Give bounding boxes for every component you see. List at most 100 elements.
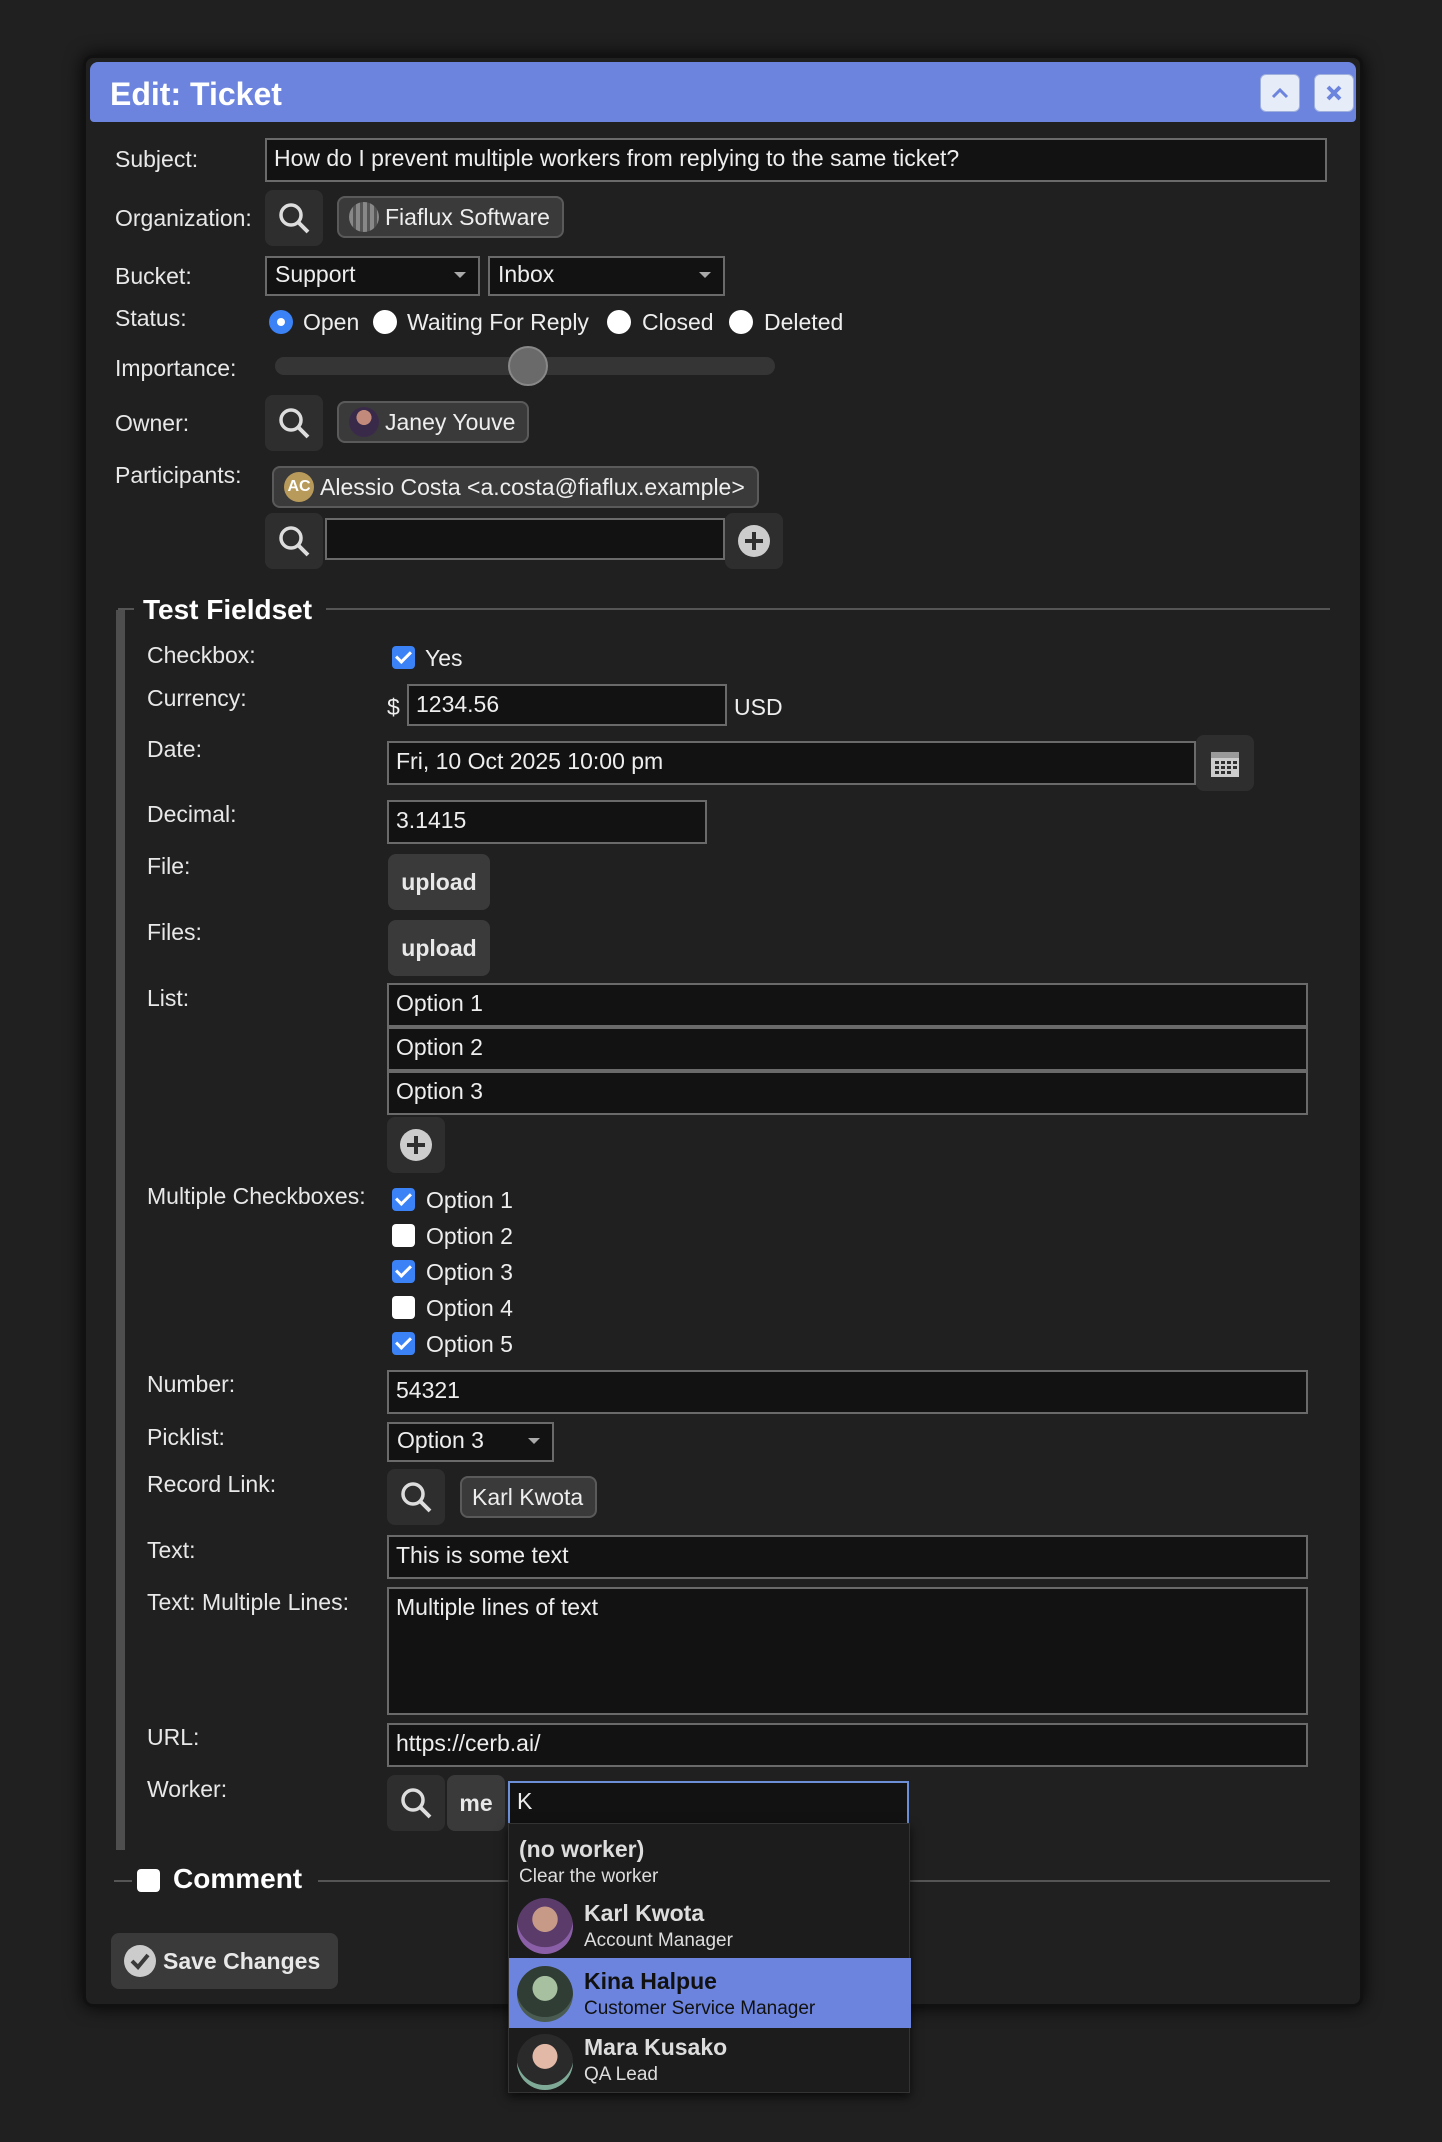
comment-legend: Comment (173, 1863, 303, 1894)
status-open-radio[interactable] (269, 310, 293, 334)
autocomplete-item-name: Mara Kusako (584, 2034, 728, 2060)
date-picker-button[interactable] (1196, 735, 1254, 791)
list-item-input[interactable]: Option 3 (387, 1071, 1308, 1115)
multi-option-label: Option 5 (426, 1331, 513, 1357)
autocomplete-item-subtitle: Account Manager (584, 1930, 733, 1951)
file-upload-button[interactable]: upload (388, 854, 490, 910)
multi-option-label: Option 4 (426, 1295, 513, 1321)
decimal-input[interactable]: 3.1415 (387, 800, 707, 844)
list-item-input[interactable]: Option 2 (387, 1027, 1308, 1071)
url-input[interactable]: https://cerb.ai/ (387, 1723, 1308, 1767)
autocomplete-item-name: (no worker) (519, 1836, 645, 1862)
status-open-label: Open (303, 309, 360, 335)
currency-input[interactable]: 1234.56 (407, 684, 727, 726)
organization-chip[interactable]: Fiaflux Software (337, 196, 564, 238)
decimal-label: Decimal: (147, 801, 237, 827)
record-link-chip[interactable]: Karl Kwota (460, 1476, 598, 1518)
close-button[interactable] (1314, 74, 1354, 112)
check-circle-icon (124, 1945, 156, 1977)
participant-chip[interactable]: AC Alessio Costa <a.costa@fiaflux.exampl… (272, 466, 759, 508)
status-closed-label: Closed (642, 309, 714, 335)
participant-name: Alessio Costa <a.costa@fiaflux.example> (320, 473, 745, 500)
worker-label: Worker: (147, 1776, 228, 1802)
subject-label: Subject: (115, 146, 199, 172)
status-label: Status: (115, 305, 187, 331)
autocomplete-item-subtitle: Clear the worker (519, 1866, 659, 1887)
text-label: Text: (147, 1537, 196, 1563)
fieldset-left-bar (116, 610, 125, 1850)
picklist-select[interactable]: Option 3 (387, 1422, 554, 1462)
files-label: Files: (147, 919, 202, 945)
bucket-select[interactable]: Inbox (488, 256, 725, 296)
organization-name: Fiaflux Software (385, 203, 550, 230)
multi-option-label: Option 2 (426, 1223, 513, 1249)
worker-search-button[interactable] (387, 1775, 445, 1831)
worker-input[interactable]: K (508, 1781, 909, 1825)
textarea-input[interactable]: Multiple lines of text (387, 1587, 1308, 1715)
add-list-item-button[interactable] (387, 1117, 445, 1173)
status-closed-radio[interactable] (607, 310, 631, 334)
add-participant-button[interactable] (725, 513, 783, 569)
avatar (517, 2034, 573, 2090)
autocomplete-item[interactable]: Mara Kusako QA Lead (509, 2028, 911, 2094)
multi-option-label: Option 1 (426, 1187, 513, 1213)
number-input[interactable]: 54321 (387, 1370, 1308, 1414)
textarea-label: Text: Multiple Lines: (147, 1589, 349, 1615)
owner-name: Janey Youve (385, 408, 516, 435)
save-changes-button[interactable]: Save Changes (111, 1933, 338, 1989)
importance-label: Importance: (115, 355, 237, 381)
picklist-label: Picklist: (147, 1424, 225, 1450)
organization-search-button[interactable] (265, 190, 323, 246)
multi-option-1-checkbox[interactable] (392, 1188, 415, 1211)
comment-checkbox[interactable] (137, 1869, 160, 1892)
checkbox-yes-label: Yes (425, 645, 463, 671)
importance-slider-handle[interactable] (508, 346, 548, 386)
multi-option-3-checkbox[interactable] (392, 1260, 415, 1283)
text-input[interactable]: This is some text (387, 1535, 1308, 1579)
record-link-label: Record Link: (147, 1471, 277, 1497)
record-link-search-button[interactable] (387, 1469, 445, 1525)
status-waiting-radio[interactable] (373, 310, 397, 334)
autocomplete-item-subtitle: Customer Service Manager (584, 1998, 816, 2019)
autocomplete-item-highlighted[interactable]: Kina Halpue Customer Service Manager (509, 1958, 911, 2028)
participants-input[interactable] (325, 518, 725, 560)
status-waiting-label: Waiting For Reply (407, 309, 589, 335)
multi-option-4-checkbox[interactable] (392, 1296, 415, 1319)
autocomplete-item[interactable]: Karl Kwota Account Manager (509, 1892, 911, 1960)
organization-label: Organization: (115, 205, 252, 231)
collapse-button[interactable] (1260, 74, 1300, 112)
subject-input[interactable]: How do I prevent multiple workers from r… (265, 138, 1327, 182)
chevron-up-icon (1271, 87, 1289, 99)
date-label: Date: (147, 736, 202, 762)
group-select[interactable]: Support (265, 256, 480, 296)
checkbox-yes[interactable] (392, 646, 415, 669)
avatar (517, 1966, 573, 2022)
calendar-icon (1211, 752, 1239, 777)
multi-option-5-checkbox[interactable] (392, 1332, 415, 1355)
autocomplete-item-name: Kina Halpue (584, 1968, 717, 1994)
search-icon (279, 408, 310, 439)
owner-chip[interactable]: Janey Youve (337, 401, 530, 443)
record-link-name: Karl Kwota (472, 1483, 584, 1510)
comment-border (114, 1880, 132, 1882)
fieldset-legend: Test Fieldset (143, 594, 313, 625)
group-select-value: Support (275, 261, 356, 287)
files-upload-button[interactable]: upload (388, 920, 490, 976)
currency-symbol: $ (387, 694, 400, 720)
owner-search-button[interactable] (265, 395, 323, 451)
multi-option-2-checkbox[interactable] (392, 1224, 415, 1247)
currency-code: USD (734, 694, 783, 720)
status-deleted-radio[interactable] (729, 310, 753, 334)
list-item-input[interactable]: Option 1 (387, 983, 1308, 1027)
dialog-titlebar[interactable]: Edit: Ticket (90, 62, 1356, 122)
save-changes-label: Save Changes (163, 1947, 321, 1974)
worker-me-button[interactable]: me (447, 1775, 505, 1831)
autocomplete-item[interactable]: (no worker) Clear the worker (509, 1824, 911, 1892)
close-icon (1326, 85, 1342, 101)
bucket-label: Bucket: (115, 263, 192, 289)
search-icon (401, 1788, 432, 1819)
search-icon (279, 526, 310, 557)
date-input[interactable]: Fri, 10 Oct 2025 10:00 pm (387, 741, 1196, 785)
participants-search-button[interactable] (265, 513, 323, 569)
list-label: List: (147, 985, 190, 1011)
